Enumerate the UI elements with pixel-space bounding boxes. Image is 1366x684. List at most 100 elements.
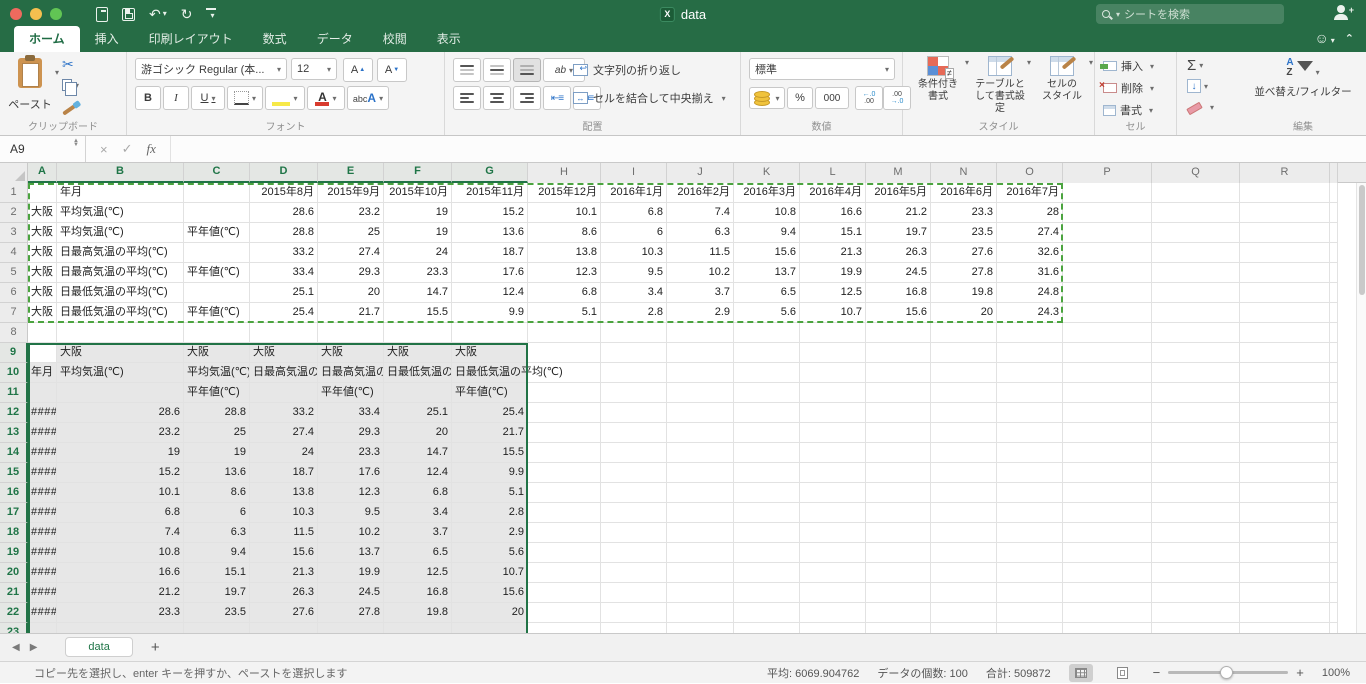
cell-E18[interactable]: 10.2 — [318, 523, 384, 543]
cell-F22[interactable]: 19.8 — [384, 603, 452, 623]
cell-I3[interactable]: 6 — [601, 223, 667, 243]
paste-button[interactable]: ペースト — [8, 55, 52, 116]
cell-I11[interactable] — [601, 383, 667, 403]
cell-L14[interactable] — [800, 443, 866, 463]
cell-J9[interactable] — [667, 343, 734, 363]
align-left-icon[interactable] — [453, 86, 481, 110]
cell-C19[interactable]: 9.4 — [184, 543, 250, 563]
cell-G18[interactable]: 2.9 — [452, 523, 528, 543]
cell-B10[interactable]: 平均気温(℃) — [57, 363, 184, 383]
cell-E6[interactable]: 20 — [318, 283, 384, 303]
cell-B11[interactable] — [57, 383, 184, 403]
cell-F18[interactable]: 3.7 — [384, 523, 452, 543]
cell-A23[interactable] — [28, 623, 57, 633]
cell-N18[interactable] — [931, 523, 997, 543]
cell-K9[interactable] — [734, 343, 800, 363]
row-header-1[interactable]: 1 — [0, 183, 28, 203]
cell-L1[interactable]: 2016年4月 — [800, 183, 866, 203]
cell-B9[interactable]: 大阪 — [57, 343, 184, 363]
cell-E10[interactable]: 日最高気温の平均(℃) — [318, 363, 384, 383]
cell-J15[interactable] — [667, 463, 734, 483]
cell-C20[interactable]: 15.1 — [184, 563, 250, 583]
cell-O21[interactable] — [997, 583, 1063, 603]
cell-H4[interactable]: 13.8 — [528, 243, 601, 263]
cell-P23[interactable] — [1063, 623, 1152, 633]
cell-D5[interactable]: 33.4 — [250, 263, 318, 283]
cell-G14[interactable]: 15.5 — [452, 443, 528, 463]
cell-K3[interactable]: 9.4 — [734, 223, 800, 243]
cell-M8[interactable] — [866, 323, 931, 343]
cell-A22[interactable]: #### — [28, 603, 57, 623]
column-header-I[interactable]: I — [601, 163, 667, 183]
cell-J7[interactable]: 2.9 — [667, 303, 734, 323]
cell-Q6[interactable] — [1152, 283, 1240, 303]
cell-M15[interactable] — [866, 463, 931, 483]
cell-G7[interactable]: 9.9 — [452, 303, 528, 323]
cell-F1[interactable]: 2015年10月 — [384, 183, 452, 203]
cell-B16[interactable]: 10.1 — [57, 483, 184, 503]
cell-F7[interactable]: 15.5 — [384, 303, 452, 323]
cell-B8[interactable] — [57, 323, 184, 343]
cell-J23[interactable] — [667, 623, 734, 633]
cell-E19[interactable]: 13.7 — [318, 543, 384, 563]
cell-L10[interactable] — [800, 363, 866, 383]
cell-G3[interactable]: 13.6 — [452, 223, 528, 243]
cell-D18[interactable]: 11.5 — [250, 523, 318, 543]
underline-button[interactable]: U ▾ — [191, 86, 225, 110]
cell-G4[interactable]: 18.7 — [452, 243, 528, 263]
cell-M4[interactable]: 26.3 — [866, 243, 931, 263]
close-window-button[interactable] — [10, 8, 22, 20]
cell-O4[interactable]: 32.6 — [997, 243, 1063, 263]
cell-O5[interactable]: 31.6 — [997, 263, 1063, 283]
row-header-22[interactable]: 22 — [0, 603, 28, 623]
font-size-select[interactable]: 12 ▾ — [291, 58, 337, 80]
format-cells-button[interactable]: 書式 ▾ — [1103, 102, 1176, 118]
cell-G9[interactable]: 大阪 — [452, 343, 528, 363]
cell-Q8[interactable] — [1152, 323, 1240, 343]
row-header-20[interactable]: 20 — [0, 563, 28, 583]
cell-N22[interactable] — [931, 603, 997, 623]
column-header-M[interactable]: M — [866, 163, 931, 183]
row-header-2[interactable]: 2 — [0, 203, 28, 223]
cell-D17[interactable]: 10.3 — [250, 503, 318, 523]
cell-M9[interactable] — [866, 343, 931, 363]
cell-D20[interactable]: 21.3 — [250, 563, 318, 583]
cell-N6[interactable]: 19.8 — [931, 283, 997, 303]
cell-E20[interactable]: 19.9 — [318, 563, 384, 583]
cell-I16[interactable] — [601, 483, 667, 503]
insert-cells-button[interactable]: 挿入 ▾ — [1100, 58, 1176, 74]
cell-K10[interactable] — [734, 363, 800, 383]
row-header-12[interactable]: 12 — [0, 403, 28, 423]
cell-J5[interactable]: 10.2 — [667, 263, 734, 283]
cell-M19[interactable] — [866, 543, 931, 563]
cell-E12[interactable]: 33.4 — [318, 403, 384, 423]
cell-C17[interactable]: 6 — [184, 503, 250, 523]
cell-J13[interactable] — [667, 423, 734, 443]
cell-E7[interactable]: 21.7 — [318, 303, 384, 323]
cell-I15[interactable] — [601, 463, 667, 483]
cell-O14[interactable] — [997, 443, 1063, 463]
cell-J1[interactable]: 2016年2月 — [667, 183, 734, 203]
cell-B14[interactable]: 19 — [57, 443, 184, 463]
borders-button[interactable]: ▾ — [227, 86, 263, 110]
cell-C16[interactable]: 8.6 — [184, 483, 250, 503]
cell-F16[interactable]: 6.8 — [384, 483, 452, 503]
cell-R3[interactable] — [1240, 223, 1330, 243]
cell-Q18[interactable] — [1152, 523, 1240, 543]
cell-B23[interactable] — [57, 623, 184, 633]
cell-O17[interactable] — [997, 503, 1063, 523]
cell-J12[interactable] — [667, 403, 734, 423]
cell-M23[interactable] — [866, 623, 931, 633]
cell-F23[interactable] — [384, 623, 452, 633]
cell-C15[interactable]: 13.6 — [184, 463, 250, 483]
cell-D1[interactable]: 2015年8月 — [250, 183, 318, 203]
cell-E3[interactable]: 25 — [318, 223, 384, 243]
cell-Q20[interactable] — [1152, 563, 1240, 583]
cell-A14[interactable]: #### — [28, 443, 57, 463]
cell-R19[interactable] — [1240, 543, 1330, 563]
cell-J4[interactable]: 11.5 — [667, 243, 734, 263]
cell-R18[interactable] — [1240, 523, 1330, 543]
cell-R7[interactable] — [1240, 303, 1330, 323]
cell-C18[interactable]: 6.3 — [184, 523, 250, 543]
cell-E11[interactable]: 平年値(℃) — [318, 383, 384, 403]
